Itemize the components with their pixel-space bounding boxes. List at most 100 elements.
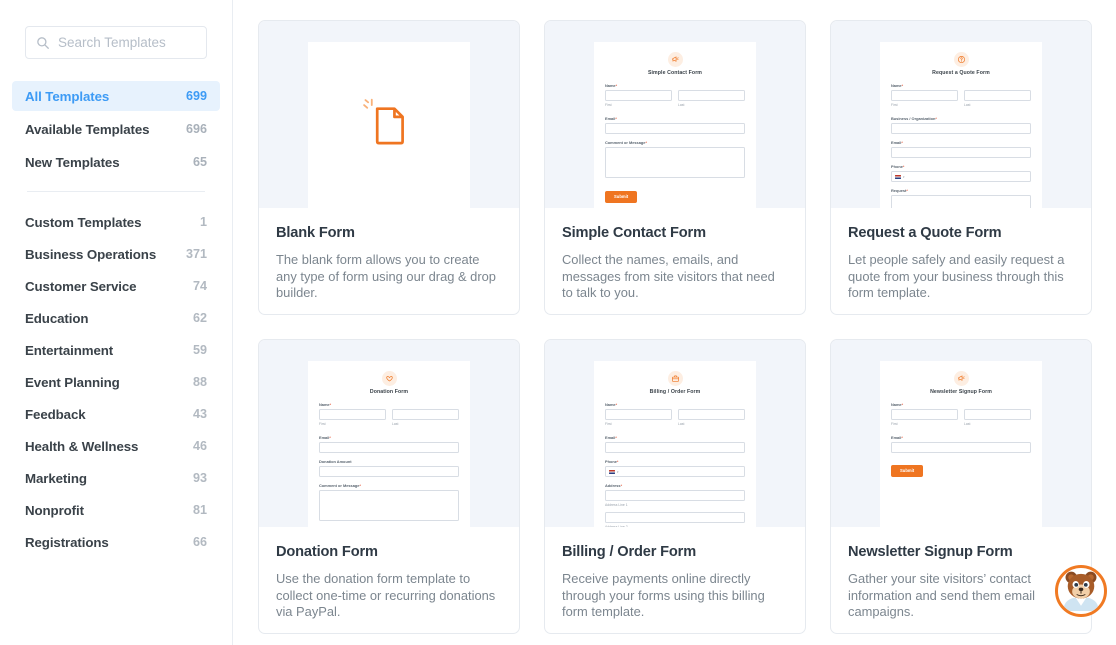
sidebar-category-marketing[interactable]: Marketing 93: [12, 462, 220, 494]
template-description: Receive payments online directly through…: [562, 571, 765, 620]
preview-input[interactable]: [605, 490, 745, 501]
bear-mascot-icon[interactable]: [1055, 565, 1107, 617]
preview-input[interactable]: [605, 123, 745, 134]
template-card[interactable]: Donation Form Name* First Last Email* Donatio…: [258, 339, 520, 634]
sidebar-category-customer-service[interactable]: Customer Service 74: [12, 270, 220, 302]
search-box[interactable]: [25, 26, 207, 59]
sidebar-category-label: Health & Wellness: [25, 438, 139, 454]
preview-input[interactable]: [605, 409, 672, 420]
preview-sub-label: First: [319, 422, 326, 426]
sidebar-item-new-templates[interactable]: New Templates 65: [12, 147, 220, 177]
preview-field-label: Name*: [891, 83, 904, 88]
sidebar-item-label: Available Templates: [25, 121, 150, 137]
template-card[interactable]: Request a Quote Form Name* First Last Busine…: [830, 20, 1092, 315]
sidebar-category-feedback[interactable]: Feedback 43: [12, 398, 220, 430]
preview-sub-label: First: [891, 422, 898, 426]
preview-form-title: Request a Quote Form: [932, 70, 990, 76]
megaphone-icon: [953, 371, 969, 386]
sidebar-category-count: 43: [192, 407, 207, 421]
sidebar-category-entertainment[interactable]: Entertainment 59: [12, 334, 220, 366]
preview-input[interactable]: [319, 442, 459, 453]
required-marker: *: [329, 402, 332, 407]
template-preview: Donation Form Name* First Last Email* Donatio…: [259, 340, 519, 527]
required-marker: *: [645, 140, 647, 145]
sidebar-category-count: 93: [192, 471, 207, 485]
preview-input[interactable]: [319, 409, 386, 420]
required-marker: *: [359, 483, 361, 488]
sidebar-item-count: 699: [185, 89, 207, 103]
preview-submit-button[interactable]: Submit: [605, 190, 638, 203]
required-marker: *: [901, 435, 903, 440]
sidebar-category-label: Nonprofit: [25, 502, 84, 518]
preview-name-row: First Last: [891, 90, 1031, 112]
templates-page: All Templates 699 Available Templates 696 Ne…: [0, 0, 1116, 645]
search-icon: [37, 36, 49, 49]
template-preview: [259, 21, 519, 208]
preview-field-label: Email*: [605, 116, 617, 121]
preview-textarea[interactable]: [605, 147, 745, 178]
preview-sub-label: Last: [392, 422, 399, 426]
country-flag-icon: [609, 469, 615, 474]
sidebar-category-group: Custom Templates 1 Business Operations 371 C…: [0, 206, 232, 558]
sidebar-category-nonprofit[interactable]: Nonprofit 81: [12, 494, 220, 526]
sidebar-category-business-operations[interactable]: Business Operations 371: [12, 238, 220, 270]
template-description: Use the donation form template to collec…: [276, 571, 496, 620]
preview-input[interactable]: [891, 442, 1031, 453]
question-mark-icon: [953, 52, 969, 67]
required-marker: *: [901, 83, 904, 88]
preview-input[interactable]: [891, 147, 1031, 158]
preview-field-label: Comment or Message*: [319, 483, 361, 488]
preview-input[interactable]: [605, 512, 745, 523]
preview-input[interactable]: [891, 123, 1031, 134]
sidebar-category-education[interactable]: Education 62: [12, 302, 220, 334]
preview-field-label: Email*: [891, 140, 903, 145]
preview-input[interactable]: [605, 442, 745, 453]
template-card[interactable]: Newsletter Signup Form Name* First Last Emai…: [830, 339, 1092, 634]
sidebar-category-label: Business Operations: [25, 246, 157, 262]
preview-input[interactable]: [891, 409, 958, 420]
preview-input[interactable]: [964, 409, 1031, 420]
preview-sub-label: Address Line 2: [605, 525, 628, 527]
preview-phone-input[interactable]: ▾: [605, 466, 745, 477]
preview-name-row: First Last: [891, 409, 1031, 431]
preview-input[interactable]: [891, 90, 958, 101]
sidebar-category-custom-templates[interactable]: Custom Templates 1: [12, 206, 220, 238]
template-title: Donation Form: [276, 544, 378, 560]
preview-textarea[interactable]: [319, 490, 459, 521]
preview-phone-input[interactable]: ▾: [891, 171, 1031, 182]
template-title: Simple Contact Form: [562, 225, 706, 241]
template-card[interactable]: Simple Contact Form Name* First Last Email* C…: [544, 20, 806, 315]
form-preview-sheet: Billing / Order Form Name* First Last Email*…: [594, 361, 756, 527]
sidebar-item-available-templates[interactable]: Available Templates 696: [12, 114, 220, 144]
preview-submit-button[interactable]: Submit: [891, 464, 924, 477]
preview-input[interactable]: [678, 409, 745, 420]
preview-field-label: Address*: [605, 483, 623, 488]
preview-field-label: Email*: [891, 435, 903, 440]
template-card-body: Blank Form The blank form allows you to c…: [259, 208, 519, 302]
sidebar-item-all-templates[interactable]: All Templates 699: [12, 81, 220, 111]
preview-input[interactable]: [678, 90, 745, 101]
sidebar-category-registrations[interactable]: Registrations 66: [12, 526, 220, 558]
preview-textarea[interactable]: [891, 195, 1031, 208]
sidebar-category-count: 59: [192, 343, 207, 357]
form-preview-sheet: Newsletter Signup Form Name* First Last Emai…: [880, 361, 1042, 527]
required-marker: *: [902, 164, 905, 169]
preview-sub-label: Last: [964, 422, 971, 426]
sidebar-category-event-planning[interactable]: Event Planning 88: [12, 366, 220, 398]
sidebar-category-health-wellness[interactable]: Health & Wellness 46: [12, 430, 220, 462]
sidebar-category-count: 1: [199, 215, 207, 229]
chevron-down-icon: ▾: [903, 174, 905, 179]
preview-input[interactable]: [319, 466, 459, 477]
sidebar-item-count: 65: [192, 155, 207, 169]
preview-input[interactable]: [964, 90, 1031, 101]
required-marker: *: [615, 83, 618, 88]
preview-input[interactable]: [392, 409, 459, 420]
preview-field-label: Name*: [605, 83, 618, 88]
template-card[interactable]: Blank Form The blank form allows you to c…: [258, 20, 520, 315]
search-input[interactable]: [58, 35, 196, 50]
preview-sub-label: First: [891, 103, 898, 107]
briefcase-icon: [667, 371, 683, 386]
template-card[interactable]: Billing / Order Form Name* First Last Email*…: [544, 339, 806, 634]
template-card-body: Newsletter Signup Form Gather your site v…: [831, 527, 1091, 621]
preview-input[interactable]: [605, 90, 672, 101]
